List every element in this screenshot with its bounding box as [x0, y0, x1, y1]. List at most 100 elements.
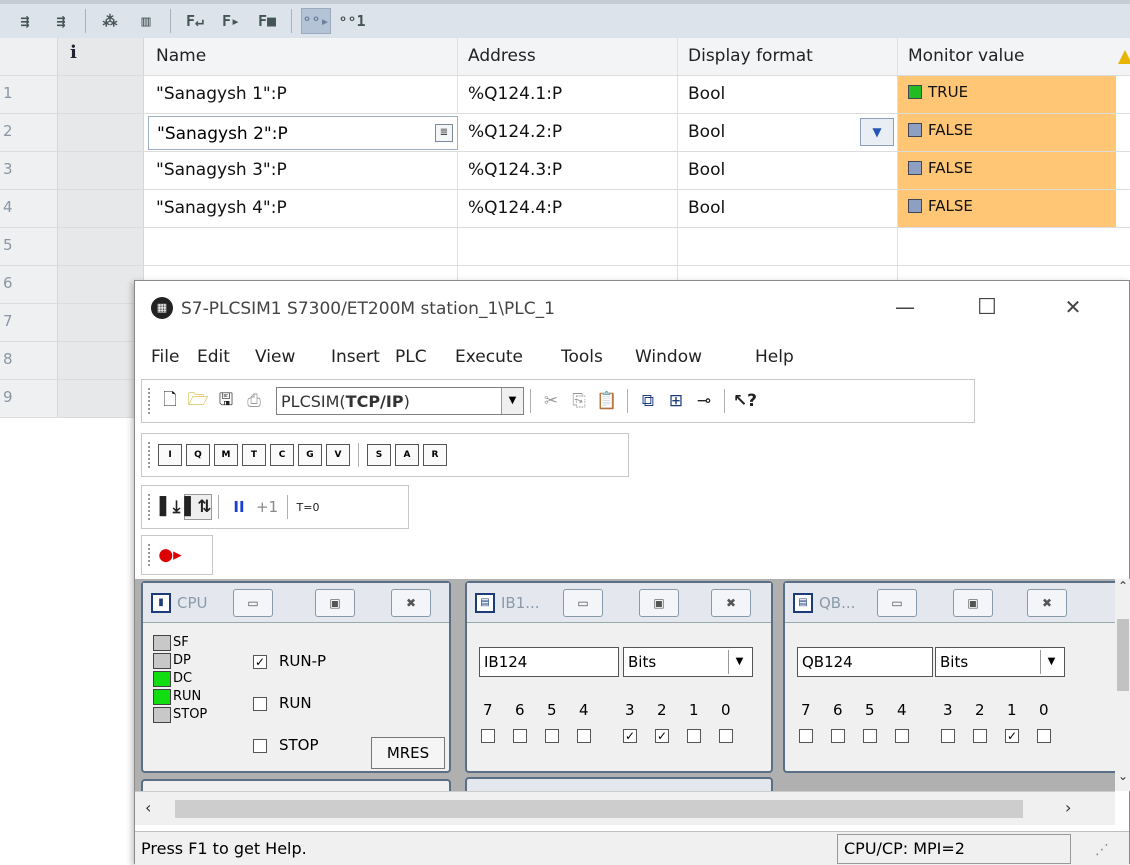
subwindow-maximize-button[interactable]: ▣: [639, 589, 679, 617]
toolbar-grip[interactable]: [148, 388, 151, 414]
name-column-header[interactable]: Name: [144, 38, 458, 75]
info-cell[interactable]: [58, 152, 144, 189]
menu-execute[interactable]: Execute: [455, 347, 523, 367]
new-file-icon[interactable]: 🗋: [156, 388, 184, 414]
subwindow-minimize-button[interactable]: ▭: [877, 589, 917, 617]
connection-select[interactable]: PLCSIM(TCP/IP) ▼: [276, 387, 524, 415]
toolbar-grip[interactable]: [148, 543, 151, 567]
bit-checkbox[interactable]: [799, 729, 813, 743]
display-format-cell[interactable]: [678, 228, 898, 265]
info-cell[interactable]: [58, 342, 144, 379]
address-cell[interactable]: %Q124.3:P: [458, 152, 678, 189]
menu-tools[interactable]: Tools: [561, 347, 603, 367]
cascade-windows-icon[interactable]: ⧉: [634, 388, 662, 414]
info-cell[interactable]: [58, 380, 144, 417]
chevron-down-icon[interactable]: ▼: [501, 388, 523, 414]
cpu-subwindow-titlebar[interactable]: ▮ CPU ▭ ▣ ✖: [143, 583, 449, 623]
output-format-select[interactable]: Bits ▼: [935, 647, 1065, 677]
info-cell[interactable]: [58, 114, 144, 151]
bit-checkbox[interactable]: [513, 729, 527, 743]
toolbar-grip[interactable]: [148, 494, 151, 520]
monitor-all-icon[interactable]: ᵒᵒ▸: [301, 8, 331, 34]
info-cell[interactable]: [58, 304, 144, 341]
display-format-cell[interactable]: Bool: [678, 76, 898, 113]
display-format-column-header[interactable]: Display format: [678, 38, 898, 75]
record-playback-icon[interactable]: ●▸: [156, 542, 184, 568]
display-format-cell[interactable]: Bool: [678, 190, 898, 227]
bit-checkbox[interactable]: [687, 729, 701, 743]
chevron-down-icon[interactable]: ▼: [728, 650, 750, 674]
bit-checkbox[interactable]: [973, 729, 987, 743]
bit-checkbox[interactable]: [895, 729, 909, 743]
subwindow-close-button[interactable]: ✖: [1027, 589, 1067, 617]
hidden-subwindow[interactable]: [141, 779, 451, 791]
monitor-once-now-icon[interactable]: ᵒᵒ1: [337, 8, 367, 34]
insert-vertical-bits-icon[interactable]: V: [326, 444, 350, 466]
name-cell[interactable]: [144, 228, 458, 265]
insert-generic-icon[interactable]: G: [298, 444, 322, 466]
hidden-subwindow[interactable]: [465, 777, 773, 791]
open-folder-icon[interactable]: 🗁: [184, 388, 212, 414]
stack-icon[interactable]: S: [367, 444, 391, 466]
monitor-value-cell[interactable]: FALSE: [898, 190, 1116, 227]
row-number[interactable]: 5: [0, 228, 58, 265]
info-cell[interactable]: [58, 190, 144, 227]
next-scan-button[interactable]: +1: [253, 494, 281, 520]
chevron-down-icon[interactable]: ▼: [1040, 650, 1062, 674]
address-cell[interactable]: %Q124.2:P: [458, 114, 678, 151]
mode-checkbox-stop[interactable]: [253, 739, 267, 753]
print-icon[interactable]: ⎙: [240, 388, 268, 414]
resize-grip-icon[interactable]: ⋰: [1095, 842, 1109, 858]
plcsim-titlebar[interactable]: ▦ S7-PLCSIM1 S7300/ET200M station_1\PLC_…: [135, 281, 1129, 337]
monitor-value-cell[interactable]: TRUE: [898, 76, 1116, 113]
table-row[interactable]: 2 "Sanagysh 2":P ≣ %Q124.2:P Bool ▼ FALSE: [0, 114, 1130, 152]
continuous-scan-icon[interactable]: ▌⇅: [184, 494, 212, 520]
scroll-right-icon[interactable]: ›: [1065, 798, 1071, 817]
input-address-field[interactable]: IB124: [479, 647, 619, 677]
subwindow-close-button[interactable]: ✖: [391, 589, 431, 617]
single-scan-icon[interactable]: ▌⤓: [156, 494, 184, 520]
row-number[interactable]: 7: [0, 304, 58, 341]
row-number[interactable]: 8: [0, 342, 58, 379]
subwindow-maximize-button[interactable]: ▣: [953, 589, 993, 617]
monitor-value-cell[interactable]: FALSE: [898, 152, 1116, 189]
address-cell[interactable]: [458, 228, 678, 265]
subwindow-minimize-button[interactable]: ▭: [233, 589, 273, 617]
force-stop-icon[interactable]: F■: [252, 8, 282, 34]
paste-icon[interactable]: 📋: [593, 388, 621, 414]
insert-output-icon[interactable]: Q: [186, 444, 210, 466]
insert-timer-icon[interactable]: T: [242, 444, 266, 466]
context-help-icon[interactable]: ↖?: [731, 388, 759, 414]
scroll-down-icon[interactable]: ⌄: [1115, 769, 1130, 783]
output-address-field[interactable]: QB124: [797, 647, 933, 677]
info-column-header[interactable]: i: [58, 38, 144, 75]
row-number[interactable]: 9: [0, 380, 58, 417]
bit-checkbox[interactable]: [863, 729, 877, 743]
menu-plc[interactable]: PLC: [395, 347, 427, 367]
insert-row-icon[interactable]: ⇶: [10, 8, 40, 34]
table-row[interactable]: 1 "Sanagysh 1":P %Q124.1:P Bool TRUE: [0, 76, 1130, 114]
menu-file[interactable]: File: [151, 347, 179, 367]
bit-checkbox[interactable]: [545, 729, 559, 743]
display-format-cell[interactable]: Bool: [678, 152, 898, 189]
bit-checkbox[interactable]: [481, 729, 495, 743]
info-cell[interactable]: [58, 266, 144, 303]
bit-checkbox[interactable]: [577, 729, 591, 743]
table-row[interactable]: 4 "Sanagysh 4":P %Q124.4:P Bool FALSE: [0, 190, 1130, 228]
reset-timers-button[interactable]: T=0: [294, 494, 322, 520]
bit-checkbox[interactable]: [831, 729, 845, 743]
tile-windows-icon[interactable]: ⊞: [662, 388, 690, 414]
toolbar-grip[interactable]: [148, 442, 151, 468]
bit-checkbox[interactable]: ✓: [623, 729, 637, 743]
name-edit-field[interactable]: "Sanagysh 2":P ≣: [148, 116, 458, 150]
address-column-header[interactable]: Address: [458, 38, 678, 75]
name-cell[interactable]: "Sanagysh 1":P: [144, 76, 458, 113]
address-cell[interactable]: %Q124.1:P: [458, 76, 678, 113]
block-registers-icon[interactable]: R: [423, 444, 447, 466]
bit-checkbox[interactable]: ✓: [655, 729, 669, 743]
horizontal-scrollbar[interactable]: ‹ ›: [135, 791, 1115, 825]
insert-bit-memory-icon[interactable]: M: [214, 444, 238, 466]
monitor-value-column-header[interactable]: Monitor value: [898, 38, 1116, 75]
input-subwindow-titlebar[interactable]: ▤ IB1... ▭ ▣ ✖: [467, 583, 771, 623]
accumulators-icon[interactable]: A: [395, 444, 419, 466]
